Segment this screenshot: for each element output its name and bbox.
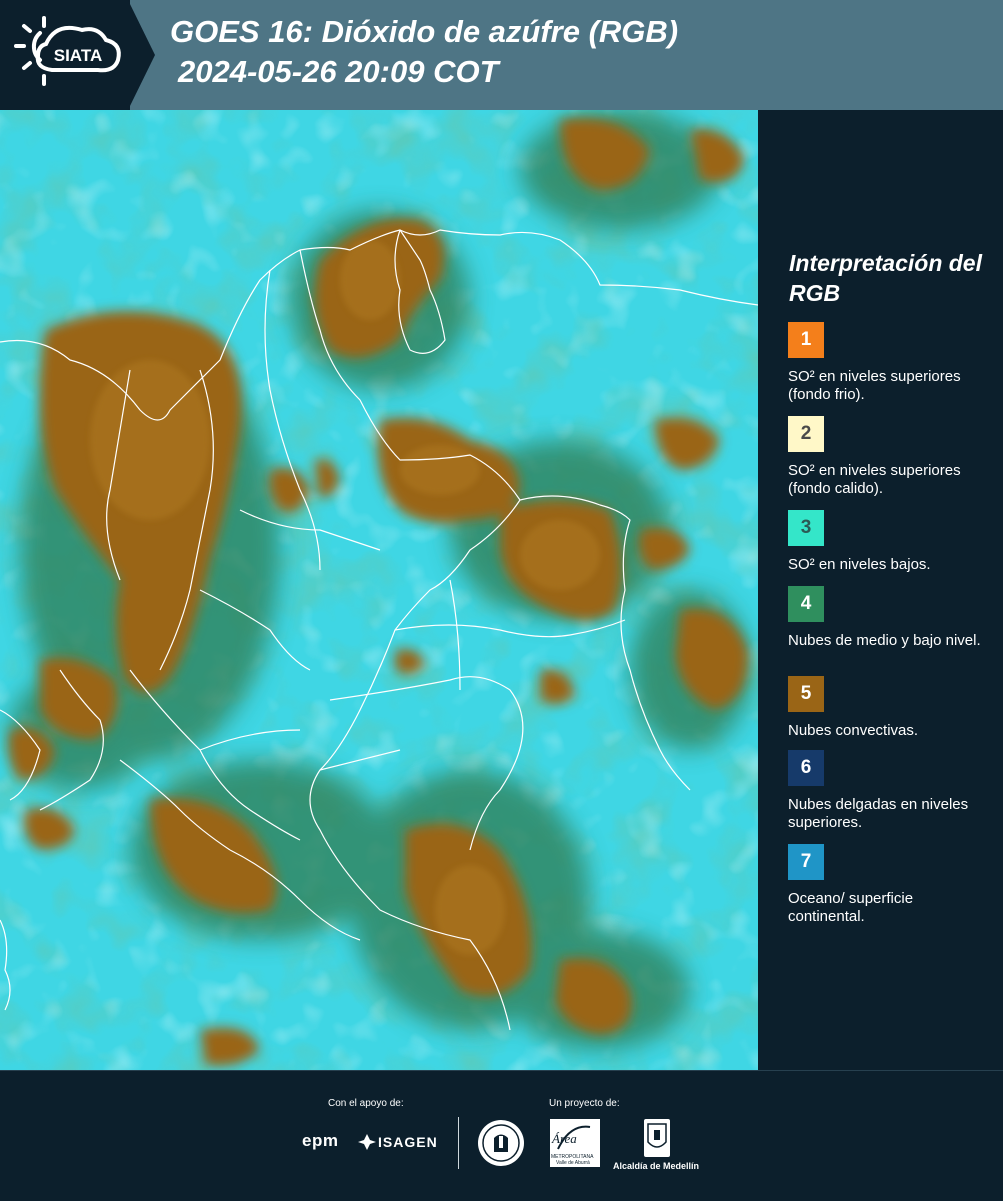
legend-panel: Interpretación del RGB 1 SO² en niveles … [768, 110, 1003, 1070]
support-caption: Con el apoyo de: [328, 1098, 404, 1109]
legend-label: Nubes convectivas. [788, 722, 919, 739]
timestamp: 2024-05-26 20:09 COT [178, 54, 499, 89]
legend-swatch: 4 [788, 586, 824, 622]
legend-label: SO² en niveles bajos. [788, 556, 931, 573]
satellite-image[interactable] [0, 110, 758, 1070]
area-name: Área [552, 1131, 577, 1146]
footer-divider [458, 1117, 459, 1169]
legend-swatch: 1 [788, 322, 824, 358]
legend-item-5: 5 Nubes convectivas. [788, 676, 993, 740]
alcaldia-shield-icon [644, 1119, 670, 1157]
svg-text:SIATA: SIATA [54, 46, 102, 65]
legend-item-6: 6 Nubes delgadas en niveles superiores. [788, 750, 993, 832]
header: SIATA GOES 16: Dióxido de azúfre (RGB) 2… [0, 0, 1003, 110]
legend-swatch: 7 [788, 844, 824, 880]
legend-item-7: 7 Oceano/ superficie continental. [788, 844, 993, 926]
legend-label: SO² en niveles superiores (fondo frio). [788, 368, 961, 403]
isagen-icon [358, 1134, 376, 1150]
legend-item-2: 2 SO² en niveles superiores (fondo calid… [788, 416, 993, 498]
legend-item-3: 3 SO² en niveles bajos. [788, 510, 993, 574]
project-caption: Un proyecto de: [549, 1098, 620, 1109]
legend-swatch: 3 [788, 510, 824, 546]
legend-label: Oceano/ superficie continental. [788, 890, 914, 925]
legend-label: Nubes de medio y bajo nivel. [788, 632, 981, 649]
legend-label: SO² en niveles superiores (fondo calido)… [788, 462, 961, 497]
alcaldia-text: Alcaldía de Medellín [613, 1161, 700, 1171]
legend-item-1: 1 SO² en niveles superiores (fondo frio)… [788, 322, 993, 404]
legend-swatch: 2 [788, 416, 824, 452]
legend-swatch: 5 [788, 676, 824, 712]
legend-title: Interpretación del RGB [789, 250, 982, 306]
area-sub2: Valle de Aburrá [556, 1160, 590, 1166]
legend-swatch: 6 [788, 750, 824, 786]
epm-logo: epm [302, 1131, 339, 1150]
page-title: GOES 16: Dióxido de azúfre (RGB) [170, 14, 679, 49]
legend-item-4: 4 Nubes de medio y bajo nivel. [788, 586, 993, 650]
university-seal-icon [478, 1120, 524, 1166]
isagen-logo: ISAGEN [378, 1134, 438, 1150]
legend-label: Nubes delgadas en niveles superiores. [788, 796, 969, 831]
siata-logo: SIATA [0, 0, 155, 110]
footer: Con el apoyo de: Un proyecto de: epm ISA… [0, 1070, 1003, 1201]
